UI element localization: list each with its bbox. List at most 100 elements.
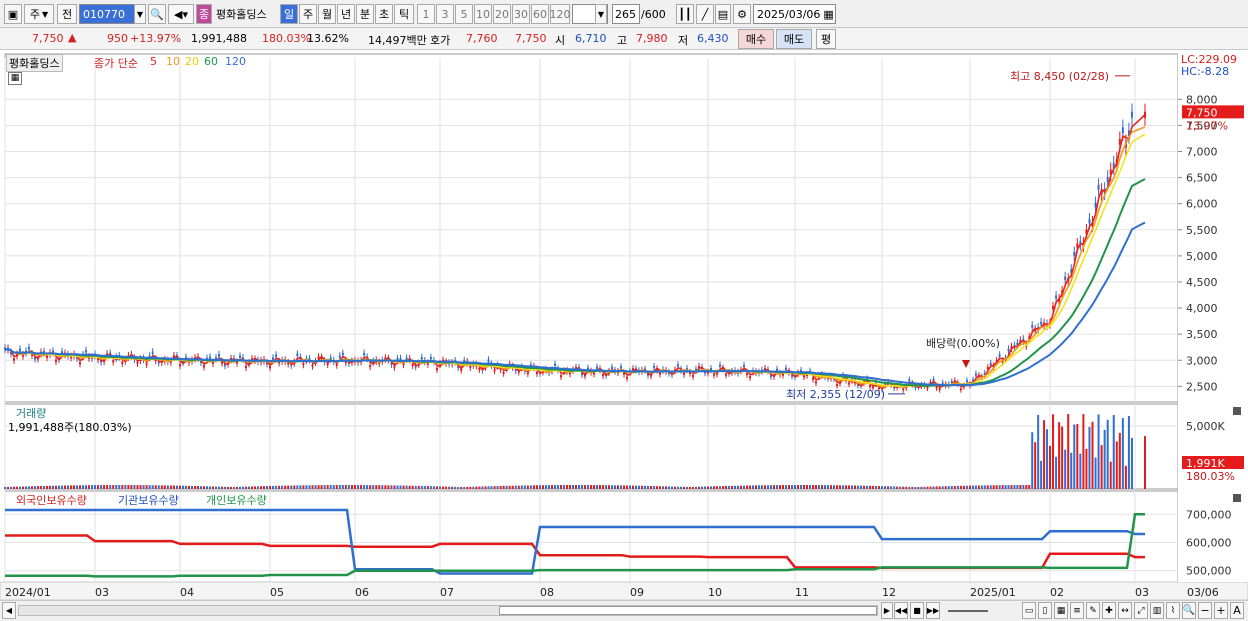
interval-30[interactable]: 30 (512, 4, 530, 24)
rewind-icon[interactable]: ◀◀ (894, 602, 908, 619)
interval-60[interactable]: 60 (531, 4, 549, 24)
volume-bar (185, 485, 187, 489)
volume-bar (384, 485, 387, 489)
volume-bar (1040, 460, 1043, 489)
gear-icon[interactable]: ⚙ (733, 4, 751, 24)
volume-bar (179, 485, 181, 489)
volume-tag-pct: 180.03% (1186, 470, 1235, 483)
prev-button[interactable]: 전 (57, 4, 77, 24)
candle-body (335, 363, 338, 366)
volume-bar (484, 486, 487, 489)
chevron-down-icon[interactable]: ▼ (595, 4, 607, 24)
volume-bar (746, 485, 748, 489)
volume-bar (647, 485, 649, 489)
volume-bar (836, 485, 838, 489)
close-icon (1233, 407, 1241, 415)
zoom-in-icon[interactable]: + (1214, 602, 1228, 619)
tab-week[interactable]: 주 (299, 4, 317, 24)
volume-bar (305, 485, 308, 489)
chevron-down-icon[interactable]: ▼ (134, 4, 146, 24)
chart-area[interactable]: 8,000 7,500 7,000 6,500 6,000 5,500 5,000 4,500… (0, 52, 1248, 601)
eval-button[interactable]: 평 (816, 29, 836, 49)
price-tick-label: 3,500 (1186, 328, 1218, 341)
save-icon[interactable]: ▤ (715, 4, 731, 24)
volume-bar (91, 485, 93, 489)
volume-bar (209, 486, 211, 489)
tab-month[interactable]: 월 (318, 4, 336, 24)
zoom-icon[interactable]: 🔍 (1182, 602, 1196, 619)
volume-bar (656, 486, 658, 489)
speed-slider[interactable] (948, 610, 988, 612)
price: 7,750 (32, 32, 64, 45)
candle-body (692, 374, 694, 377)
search-icon[interactable]: 🔍 (148, 4, 166, 24)
volume-bar (644, 485, 646, 489)
sell-button[interactable]: 매도 (776, 29, 812, 49)
speaker-icon[interactable]: ◀▾ (168, 4, 194, 24)
x-tick-label: 03 (95, 586, 109, 599)
grid-icon[interactable]: ▦ (1054, 602, 1068, 619)
calendar-icon[interactable]: ▦ (823, 8, 833, 21)
table-icon[interactable]: ▦ (8, 72, 22, 85)
line-tool-icon[interactable]: ╱ (696, 4, 714, 24)
scroll-thumb[interactable] (499, 606, 877, 615)
interval-1[interactable]: 1 (417, 4, 435, 24)
play-icon[interactable]: ▶ (881, 602, 893, 619)
count-input[interactable]: 265 (612, 4, 640, 24)
volume-bar (94, 485, 96, 489)
volume-bar (1121, 418, 1124, 489)
date-input[interactable]: 2025/03/06 ▦ (753, 4, 836, 24)
tab-second[interactable]: 초 (375, 4, 393, 24)
zoom-out-icon[interactable]: − (1198, 602, 1212, 619)
volume-bar (82, 485, 84, 489)
volume-bar (581, 485, 583, 489)
volume-bar (935, 486, 938, 489)
volume-bar (197, 486, 199, 489)
ma-legend-120: 120 (225, 55, 246, 68)
volume-bar (629, 485, 631, 489)
edit-icon[interactable]: ✎ (1086, 602, 1100, 619)
volume-bar (369, 485, 372, 489)
code-input[interactable]: 010770 (79, 4, 135, 24)
tab-minute[interactable]: 분 (356, 4, 374, 24)
stop-icon[interactable]: ■ (910, 602, 924, 619)
tab-tick[interactable]: 틱 (394, 4, 414, 24)
interval-5[interactable]: 5 (455, 4, 473, 24)
volume-bar (435, 486, 438, 489)
indicator-icon[interactable]: ⌇ (1166, 602, 1180, 619)
chart-type-icon[interactable]: ▥ (1150, 602, 1164, 619)
fit-icon[interactable]: ⤢ (1134, 602, 1148, 619)
volume-bar (266, 486, 268, 489)
scroll-track[interactable] (18, 605, 878, 616)
candle-body (908, 379, 911, 382)
volume-bar (34, 486, 36, 489)
window-icon[interactable]: ▣ (4, 4, 22, 24)
volume-bar (402, 485, 405, 489)
interval-3[interactable]: 3 (436, 4, 454, 24)
cross-icon[interactable]: ✚ (1102, 602, 1116, 619)
interval-10[interactable]: 10 (474, 4, 492, 24)
volume-bar (233, 486, 235, 489)
list-icon[interactable]: ≡ (1070, 602, 1084, 619)
volume-bar (1076, 424, 1079, 489)
forward-icon[interactable]: ▶▶ (926, 602, 940, 619)
tab-year[interactable]: 년 (337, 4, 355, 24)
market-select[interactable]: 주 ▼ (24, 4, 54, 24)
buy-button[interactable]: 매수 (738, 29, 774, 49)
measure-icon[interactable]: ↔ (1118, 602, 1132, 619)
candle-icon[interactable]: ┃┃ (676, 4, 694, 24)
tab-day[interactable]: 일 (280, 4, 298, 24)
candle-body (815, 381, 817, 384)
chart-svg[interactable]: 8,0007,5007,0006,5006,0005,5005,0004,500… (0, 52, 1248, 601)
ma-legend-prefix: 종가 단순 (94, 57, 138, 70)
interval-20[interactable]: 20 (493, 4, 511, 24)
volume-bar (893, 486, 896, 489)
candle-body (1064, 276, 1067, 281)
volume-bar (254, 486, 256, 489)
auto-scale-icon[interactable]: A (1230, 602, 1244, 619)
volume-bar (614, 485, 616, 489)
interval-120[interactable]: 120 (550, 4, 571, 24)
split-icon[interactable]: ▯ (1038, 602, 1052, 619)
layout-icon[interactable]: ▭ (1022, 602, 1036, 619)
scroll-left-icon[interactable]: ◀ (2, 602, 16, 619)
